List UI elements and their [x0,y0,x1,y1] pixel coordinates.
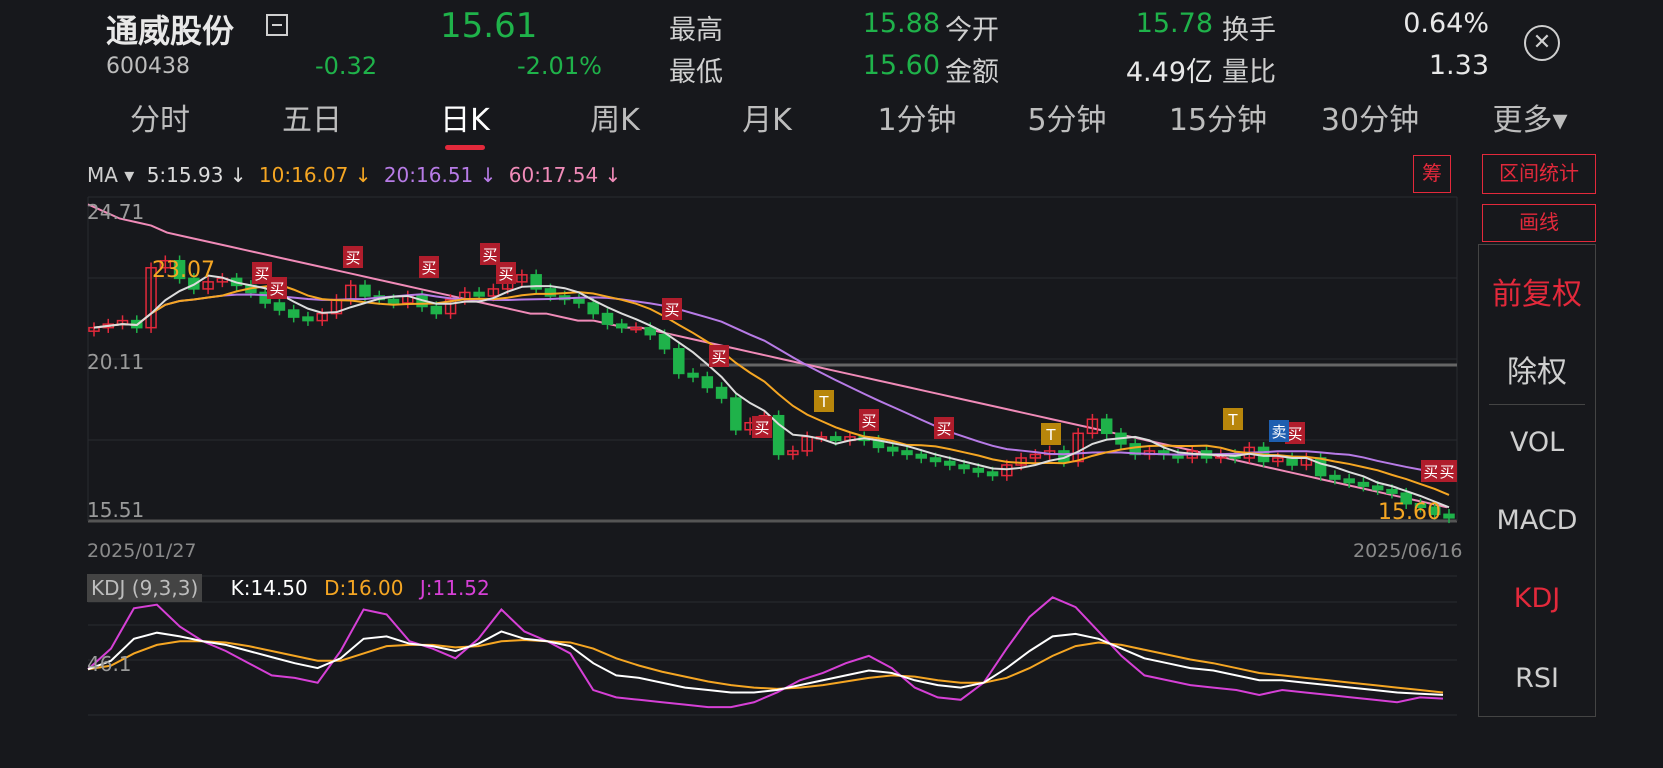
candle-body [302,316,314,322]
candle-body [901,450,913,456]
kdj-k-value: K:14.50 [230,576,308,600]
candle-body [287,309,300,318]
candle-body [715,386,728,399]
trade-markers: 买买买买买买买买买买买买买 买卖TTT [252,243,1457,482]
ma60-line [87,203,1448,509]
buy-marker-label: 买 [754,419,769,437]
kdj-d-series [87,639,1444,694]
candle-body [944,460,956,466]
candle-body [1100,418,1113,435]
buy-marker-label: 买 [1287,425,1302,443]
kline-chart-layer: 买买买买买买买买买买买买买 买卖TTT [87,196,1458,716]
candle-body [730,397,742,431]
candle-body [359,284,371,297]
y-axis-top: 24.71 [87,200,145,224]
candle-body [972,467,985,473]
buy-marker-label: 买 [936,420,951,438]
kdj-lines [87,596,1444,709]
buy-marker-label: 买 [498,265,513,283]
candles [88,255,1455,524]
candle-body [1286,457,1298,466]
candle-body [1443,513,1455,519]
kdj-legend: KDJ (9,3,3) K:14.50 D:16.00 J:11.52 [87,574,490,602]
candle-body [1343,478,1355,484]
candle-body [1329,474,1341,480]
candle-body [687,372,699,378]
candle-body [1314,457,1327,477]
candle-body [886,446,899,452]
candle-body [573,298,585,304]
buy-marker-label: 买 [482,246,497,264]
buy-marker-label: 买 [421,259,436,277]
candle-body [273,302,286,311]
candle-body [601,312,614,325]
candle-body [1357,481,1370,487]
buy-marker-label: 买 [269,280,284,298]
date-start: 2025/01/27 [87,540,197,562]
kdj-d-value: D:16.00 [324,576,404,600]
candle-body [544,288,557,297]
candle-body [701,376,714,389]
buy-marker-label: 买 [1423,463,1438,481]
candle-body [1386,488,1398,494]
candle-body [430,305,443,315]
ma20-series [93,293,1450,477]
buy-marker-label: 买 [1439,463,1454,481]
buy-marker-label: 买 [711,348,726,366]
sell-marker-label: 卖 [1271,423,1286,441]
candle-body [673,348,685,375]
buy-marker-label: 买 [664,301,679,319]
candle-body [473,291,485,297]
t-marker-label: T [1227,411,1238,429]
kdj-j-value: J:11.52 [419,576,490,600]
candle-body [658,333,671,350]
candle-body [644,326,657,336]
buy-marker-label: 买 [861,412,876,430]
candle-body [929,457,942,463]
candle-body [587,302,599,315]
t-marker-label: T [818,393,829,411]
candle-body [1371,485,1384,491]
candle-body [986,471,999,477]
candle-body [615,323,628,329]
y-axis-bottom: 15.51 [87,498,145,522]
t-marker-label: T [1045,426,1056,444]
y-axis-mid: 20.11 [87,350,145,374]
kdj-level-label: 46.1 [87,652,132,676]
date-end: 2025/06/16 [1353,540,1463,562]
buy-marker-label: 买 [345,249,360,267]
chart-grid [87,196,1458,716]
last-price-label: 15.60 [1378,500,1441,525]
kdj-params[interactable]: KDJ (9,3,3) [87,574,203,602]
kdj-k-series [87,630,1444,696]
ma60-series [87,203,1448,509]
candle-body [829,436,842,442]
max-price-label: 23.07 [152,258,215,283]
candle-body [958,464,970,470]
candle-body [387,298,400,304]
candle-body [915,453,928,459]
